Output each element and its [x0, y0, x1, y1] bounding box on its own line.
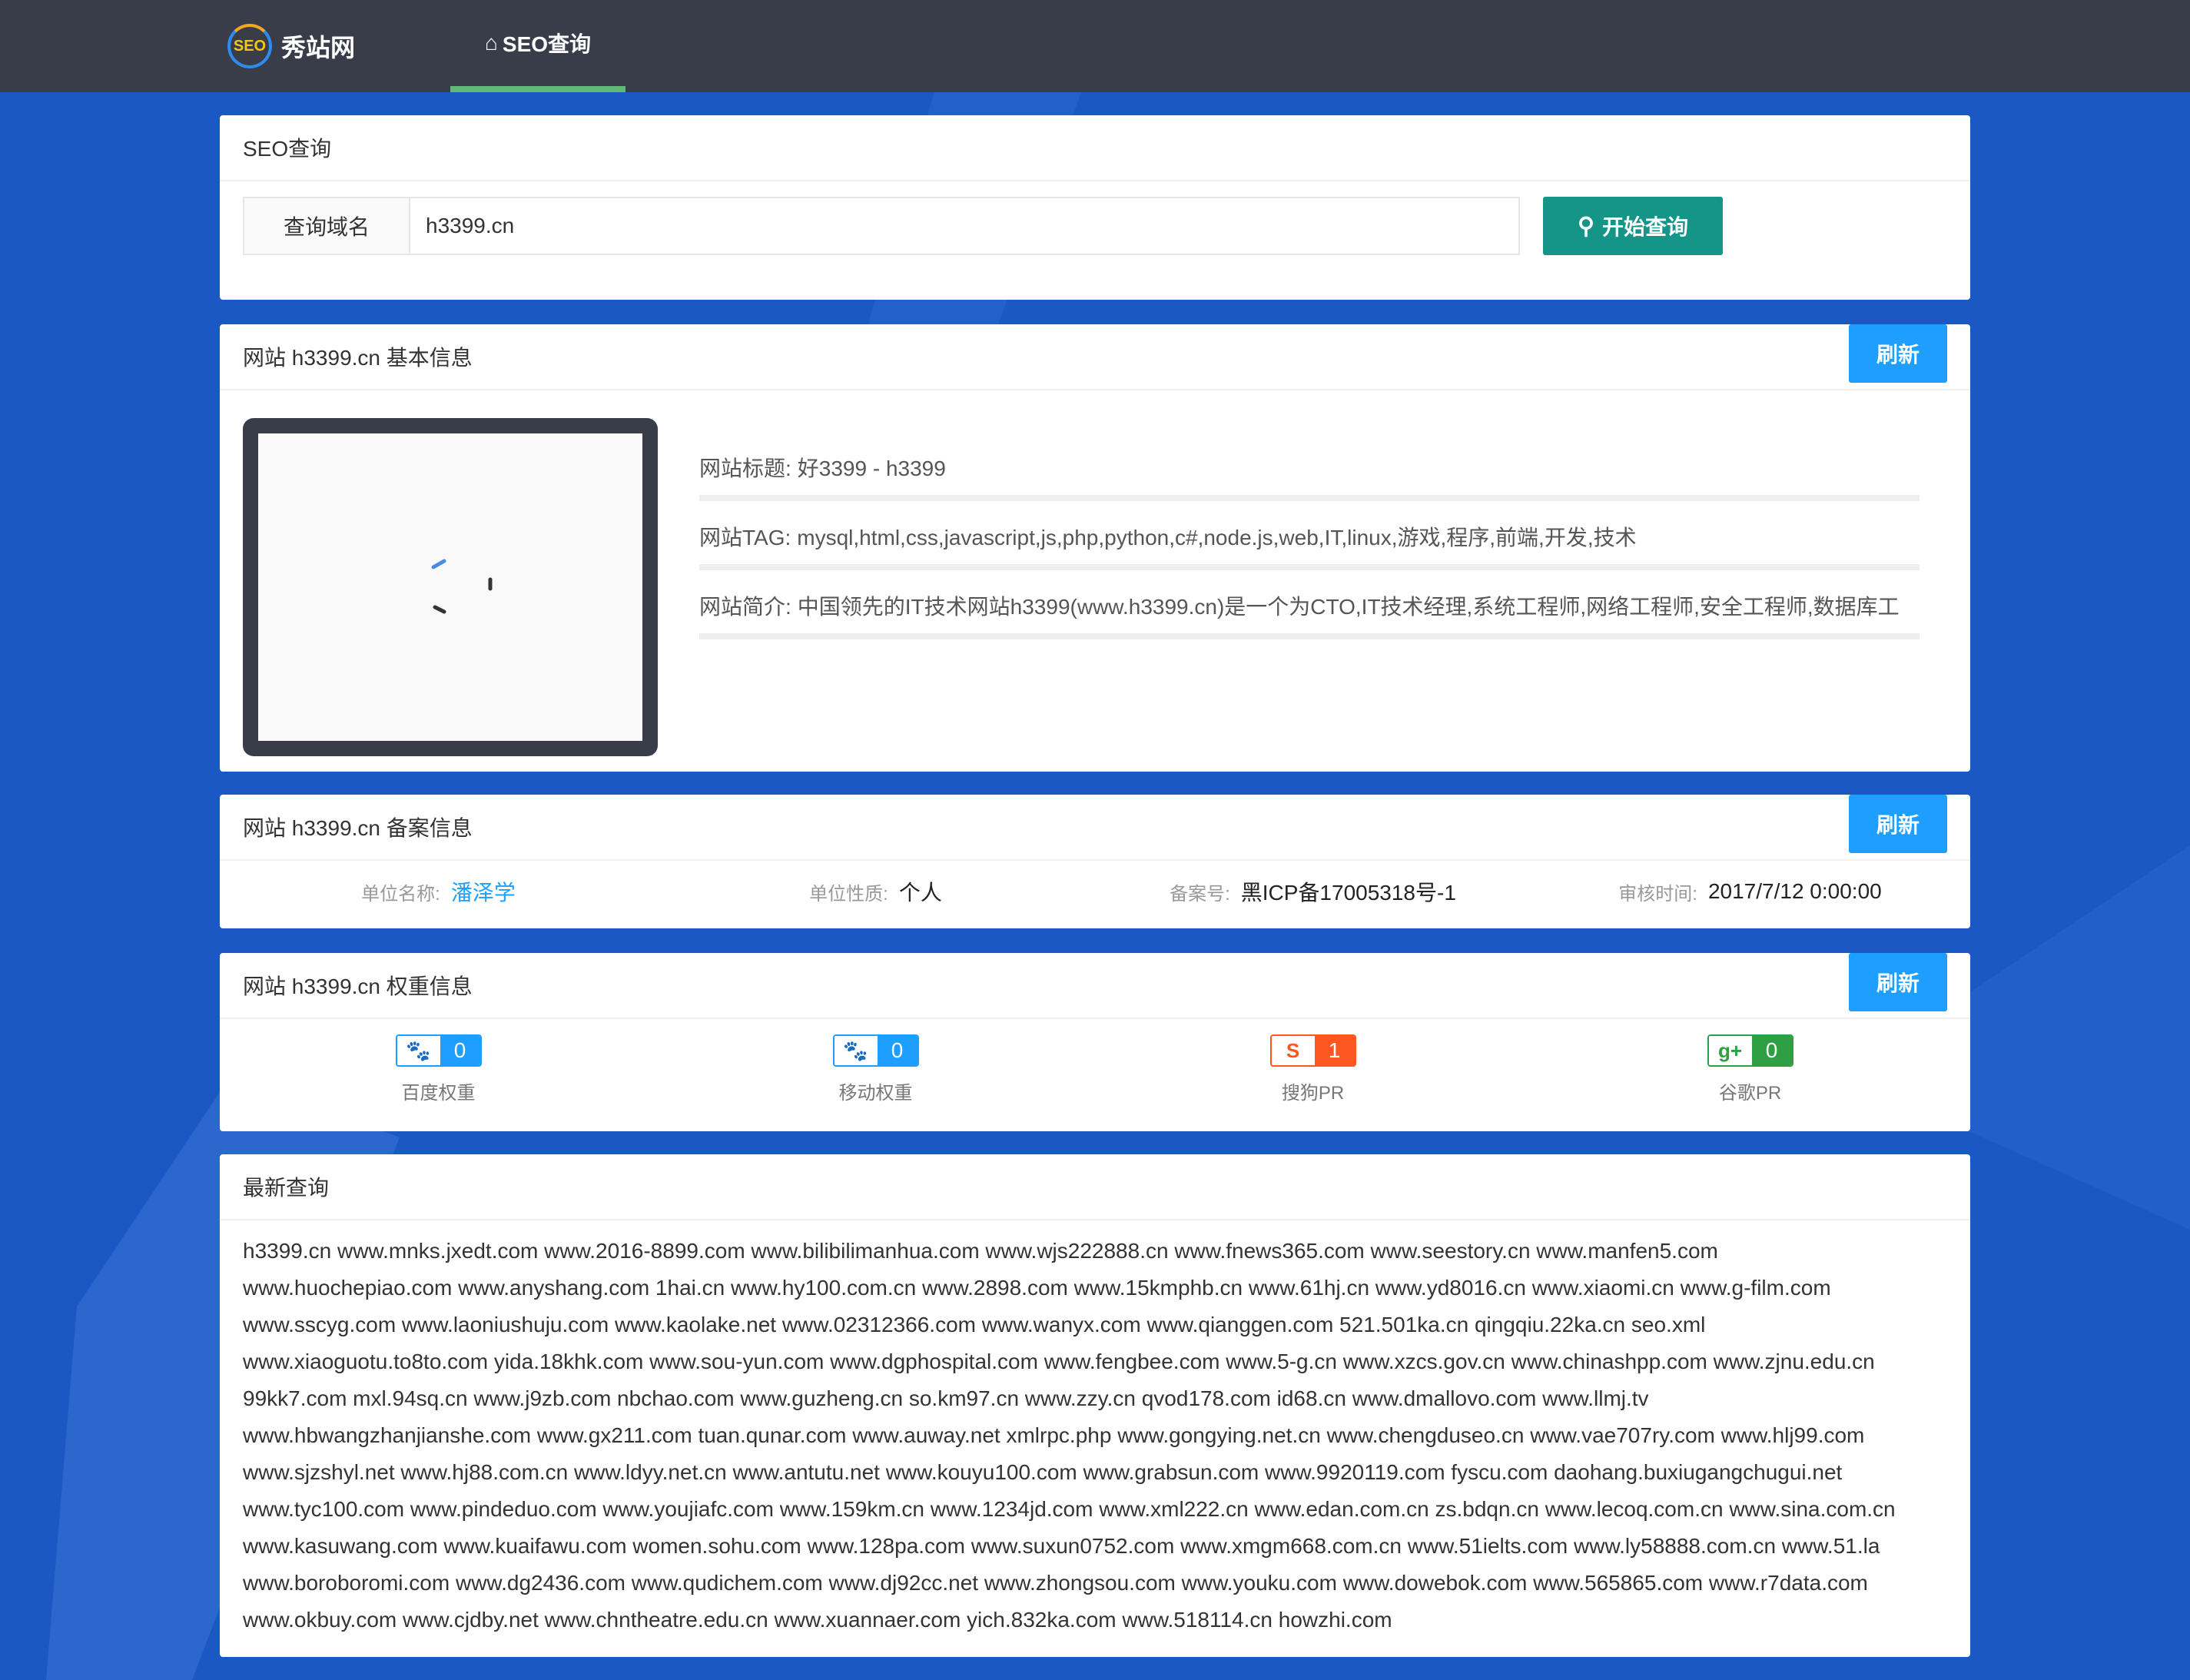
- search-panel: SEO查询 查询域名 ⚲ 开始查询: [220, 115, 1970, 300]
- latest-query-line[interactable]: www.hbwangzhanjianshe.com www.gx211.com …: [243, 1417, 1949, 1454]
- latest-queries-panel: 最新查询 h3399.cn www.mnks.jxedt.com www.201…: [220, 1154, 1970, 1657]
- weight-label: 百度权重: [401, 1083, 476, 1104]
- icp-org-key: 单位名称:: [361, 883, 440, 905]
- icp-info-title: 网站 h3399.cn 备案信息 刷新: [220, 795, 1970, 861]
- icp-number-value: 黑ICP备17005318号-1: [1240, 881, 1456, 905]
- weight-item: 🐾 0 百度权重: [220, 1034, 657, 1104]
- weight-value: 0: [877, 1036, 917, 1065]
- paw-icon: 🐾: [834, 1036, 878, 1065]
- nav-seo-query-label: SEO查询: [502, 32, 592, 56]
- weight-info-panel: 网站 h3399.cn 权重信息 刷新 🐾 0 百度权重 🐾 0 移动权重 S 1 搜狗PR g+…: [220, 953, 1970, 1131]
- weight-badge[interactable]: g+ 0: [1707, 1034, 1793, 1067]
- search-icon: ⚲: [1578, 213, 1594, 239]
- weight-badge[interactable]: 🐾 0: [832, 1034, 919, 1067]
- seo-logo-icon: SEO: [227, 24, 272, 68]
- top-navbar: SEO 秀站网 ⌂ SEO查询: [0, 0, 2190, 92]
- site-tag-value: mysql,html,css,javascript,js,php,python,…: [797, 526, 1637, 549]
- sogou-icon: S: [1271, 1036, 1315, 1065]
- icp-time-key: 审核时间:: [1618, 883, 1697, 905]
- latest-query-line[interactable]: www.tyc100.com www.pindeduo.com www.youj…: [243, 1491, 1949, 1528]
- site-desc-key: 网站简介:: [699, 595, 791, 619]
- weight-item: S 1 搜狗PR: [1094, 1034, 1531, 1104]
- latest-queries-list: h3399.cn www.mnks.jxedt.com www.2016-889…: [243, 1233, 1949, 1638]
- domain-input[interactable]: [410, 197, 1520, 255]
- site-title-value: 好3399 - h3399: [797, 457, 946, 480]
- home-icon: ⌂: [484, 31, 498, 55]
- icp-type-key: 单位性质:: [809, 883, 888, 905]
- weight-badge[interactable]: S1: [1269, 1034, 1356, 1067]
- icp-info-row: 单位名称: 潘泽学 单位性质: 个人 备案号: 黑ICP备17005318号-1…: [220, 876, 1970, 907]
- start-query-button[interactable]: ⚲ 开始查询: [1543, 197, 1723, 255]
- weight-value: 1: [1314, 1036, 1355, 1065]
- basic-refresh-button[interactable]: 刷新: [1849, 324, 1947, 383]
- latest-queries-title: 最新查询: [220, 1154, 1970, 1220]
- latest-query-line[interactable]: 99kk7.com mxl.94sq.cn www.j9zb.com nbcha…: [243, 1380, 1949, 1417]
- weight-list: 🐾 0 百度权重 🐾 0 移动权重 S 1 搜狗PR g+ 0 谷歌PR: [220, 1034, 1970, 1104]
- weight-value: 0: [1751, 1036, 1792, 1065]
- search-panel-title: SEO查询: [220, 115, 1970, 181]
- icp-org-link[interactable]: 潘泽学: [451, 876, 516, 907]
- icp-number: 备案号: 黑ICP备17005318号-1: [1094, 876, 1531, 907]
- latest-query-line[interactable]: h3399.cn www.mnks.jxedt.com www.2016-889…: [243, 1233, 1949, 1270]
- latest-query-line[interactable]: www.xiaoguotu.to8to.com yida.18khk.com w…: [243, 1343, 1949, 1380]
- basic-info-title: 网站 h3399.cn 基本信息 刷新: [220, 324, 1970, 390]
- icp-type: 单位性质: 个人: [657, 876, 1094, 907]
- site-logo[interactable]: SEO 秀站网: [227, 18, 355, 74]
- latest-query-line[interactable]: www.huochepiao.com www.anyshang.com 1hai…: [243, 1270, 1949, 1306]
- site-title-row: 网站标题: 好3399 - h3399: [699, 440, 1920, 501]
- icp-refresh-button[interactable]: 刷新: [1849, 795, 1947, 853]
- paw-icon: 🐾: [397, 1036, 440, 1065]
- icp-time-value: 2017/7/12 0:00:00: [1707, 879, 1882, 903]
- basic-info-title-text: 网站 h3399.cn 基本信息: [243, 346, 473, 370]
- latest-query-line[interactable]: www.okbuy.com www.cjdby.net www.chntheat…: [243, 1602, 1949, 1638]
- icp-info-title-text: 网站 h3399.cn 备案信息: [243, 816, 473, 840]
- site-tag-row: 网站TAG: mysql,html,css,javascript,js,php,…: [699, 509, 1920, 570]
- search-form: 查询域名 ⚲ 开始查询: [243, 197, 1723, 255]
- weight-refresh-button[interactable]: 刷新: [1849, 953, 1947, 1011]
- basic-info-panel: 网站 h3399.cn 基本信息 刷新 网站标题: 好3399 - h3399 …: [220, 324, 1970, 772]
- latest-query-line[interactable]: www.boroboromi.com www.dg2436.com www.qu…: [243, 1565, 1949, 1602]
- google-plus-icon: g+: [1708, 1036, 1752, 1065]
- weight-label: 移动权重: [838, 1083, 913, 1104]
- start-query-label: 开始查询: [1601, 215, 1688, 239]
- basic-info-list: 网站标题: 好3399 - h3399 网站TAG: mysql,html,cs…: [699, 440, 1920, 647]
- site-desc-row: 网站简介: 中国领先的IT技术网站h3399(www.h3399.cn)是一个为…: [699, 578, 1920, 639]
- weight-label: 搜狗PR: [1281, 1083, 1345, 1104]
- weight-info-title-text: 网站 h3399.cn 权重信息: [243, 974, 473, 998]
- screenshot-placeholder: [258, 433, 642, 741]
- icp-org: 单位名称: 潘泽学: [220, 876, 657, 907]
- weight-item: 🐾 0 移动权重: [657, 1034, 1094, 1104]
- latest-query-line[interactable]: www.kasuwang.com www.kuaifawu.com women.…: [243, 1528, 1949, 1565]
- weight-item: g+ 0 谷歌PR: [1531, 1034, 1969, 1104]
- icp-number-key: 备案号:: [1170, 883, 1230, 905]
- loading-spinner-icon: [431, 559, 493, 614]
- logo-text: 秀站网: [281, 34, 356, 61]
- site-desc-value: 中国领先的IT技术网站h3399(www.h3399.cn)是一个为CTO,IT…: [797, 595, 1900, 619]
- weight-value: 0: [440, 1036, 480, 1065]
- weight-badge[interactable]: 🐾 0: [395, 1034, 482, 1067]
- icp-time: 审核时间: 2017/7/12 0:00:00: [1531, 876, 1969, 907]
- icp-type-value: 个人: [898, 881, 942, 905]
- weight-info-title: 网站 h3399.cn 权重信息 刷新: [220, 953, 1970, 1019]
- latest-query-line[interactable]: www.sscyg.com www.laoniushuju.com www.ka…: [243, 1306, 1949, 1343]
- site-tag-key: 网站TAG:: [699, 526, 791, 549]
- domain-label: 查询域名: [243, 197, 410, 255]
- nav-seo-query[interactable]: ⌂ SEO查询: [450, 0, 625, 92]
- site-title-key: 网站标题:: [699, 457, 791, 480]
- icp-info-panel: 网站 h3399.cn 备案信息 刷新 单位名称: 潘泽学 单位性质: 个人 备…: [220, 795, 1970, 928]
- site-screenshot: [243, 418, 658, 756]
- latest-query-line[interactable]: www.sjzshyl.net www.hj88.com.cn www.ldyy…: [243, 1454, 1949, 1491]
- weight-label: 谷歌PR: [1718, 1083, 1782, 1104]
